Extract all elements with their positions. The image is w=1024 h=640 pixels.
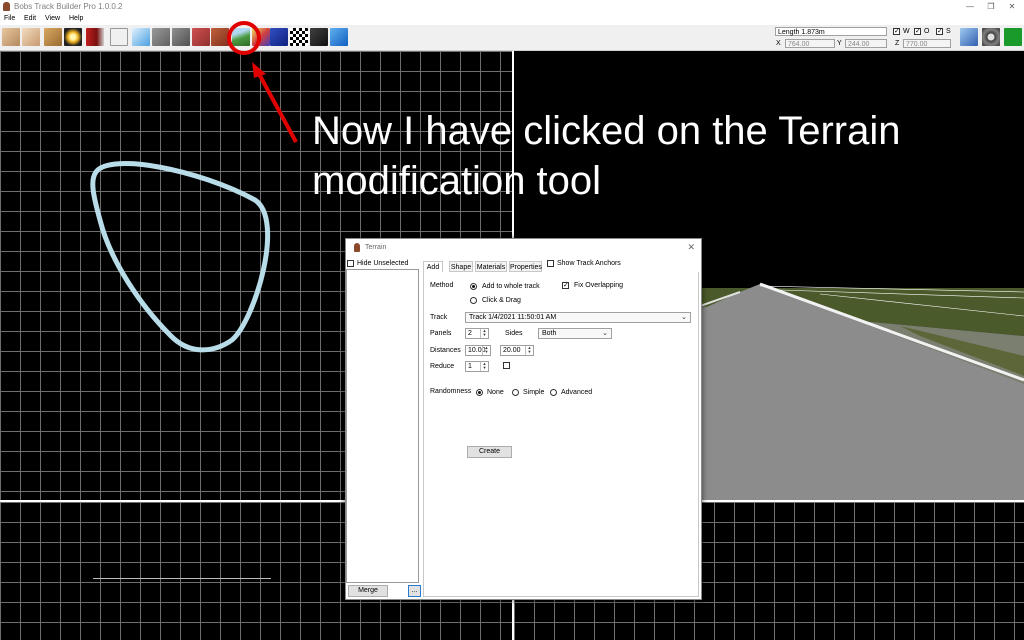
chevron-down-icon: ⌄ <box>681 314 687 321</box>
reduce-label: Reduce <box>430 363 455 370</box>
panels-stepper[interactable]: 2 ▲ ▼ <box>465 328 489 339</box>
sides-label: Sides <box>505 330 523 337</box>
randomness-none-radio[interactable] <box>476 389 483 396</box>
s-checkbox[interactable]: ✓ <box>936 28 943 35</box>
tab-shape[interactable]: Shape <box>449 261 473 272</box>
randomness-advanced-label: Advanced <box>561 389 593 396</box>
tab-properties[interactable]: Properties <box>509 261 542 272</box>
z-label: Z <box>895 40 900 47</box>
run-icon[interactable] <box>1004 28 1022 46</box>
terrain-dialog: Terrain ✕ Hide Unselected Show Track Anc… <box>345 238 702 600</box>
minimize-button[interactable]: — <box>960 1 980 13</box>
fix-overlapping-checkbox[interactable]: ✓ <box>562 282 569 289</box>
stepper-arrows-icon[interactable]: ▲ ▼ <box>525 346 533 355</box>
show-track-anchors-checkbox[interactable] <box>547 260 554 267</box>
randomness-advanced-radio[interactable] <box>550 389 557 396</box>
s-label: S <box>946 28 951 35</box>
randomness-simple-label: Simple <box>523 389 545 396</box>
more-button[interactable]: ... <box>408 585 421 597</box>
distance-2-value: 20.00 <box>503 347 521 354</box>
panels-value: 2 <box>468 330 472 337</box>
y-field[interactable]: 244.00 <box>845 39 887 48</box>
add-tab-panel: Method Add to whole track Click & Drag ✓… <box>423 272 699 597</box>
stepper-arrows-icon[interactable]: ▲ ▼ <box>480 329 488 338</box>
ground-line <box>93 578 271 579</box>
reduce-checkbox[interactable] <box>503 362 510 369</box>
length-readout: Length 1.873m <box>775 27 887 36</box>
terrain-list[interactable] <box>346 269 419 583</box>
add-to-whole-track-radio[interactable] <box>470 283 477 290</box>
sides-select-value: Both <box>542 330 557 337</box>
chevron-down-icon: ⌄ <box>602 330 608 337</box>
hide-unselected-checkbox[interactable] <box>347 260 354 267</box>
add-to-whole-track-label: Add to whole track <box>482 283 540 290</box>
randomness-label: Randomness <box>430 388 472 395</box>
fix-overlapping-label: Fix Overlapping <box>574 282 624 289</box>
panels-label: Panels <box>430 330 452 337</box>
reduce-value: 1 <box>468 363 472 370</box>
helicopter-camera-icon[interactable] <box>960 28 978 46</box>
hide-unselected-label: Hide Unselected <box>357 260 409 267</box>
track-select-value: Track 1/4/2021 11:50:01 AM <box>469 314 557 321</box>
close-button[interactable]: ✕ <box>1002 1 1022 13</box>
click-and-drag-label: Click & Drag <box>482 297 521 304</box>
method-label: Method <box>430 282 454 289</box>
stepper-arrows-icon[interactable]: ▲ ▼ <box>480 362 488 371</box>
x-field[interactable]: 764.00 <box>785 39 835 48</box>
o-label: O <box>924 28 930 35</box>
click-and-drag-radio[interactable] <box>470 297 477 304</box>
distances-label: Distances <box>430 347 461 354</box>
randomness-none-label: None <box>487 389 504 396</box>
merge-button[interactable]: Merge <box>348 585 388 597</box>
dialog-title: Terrain <box>365 244 387 251</box>
distance-2-stepper[interactable]: 20.00 ▲ ▼ <box>500 345 534 356</box>
sides-select[interactable]: Both ⌄ <box>538 328 612 339</box>
annotation-text: Now I have clicked on the Terrain modifi… <box>312 109 901 203</box>
z-field[interactable]: 770.00 <box>903 39 951 48</box>
track-label: Track <box>430 314 448 321</box>
create-button[interactable]: Create <box>467 446 512 458</box>
randomness-simple-radio[interactable] <box>512 389 519 396</box>
y-label: Y <box>837 40 842 47</box>
x-label: X <box>776 40 781 47</box>
reduce-stepper[interactable]: 1 ▲ ▼ <box>465 361 489 372</box>
stepper-arrows-icon[interactable]: ▲ ▼ <box>482 346 490 355</box>
dialog-app-icon <box>354 243 360 252</box>
track-select[interactable]: Track 1/4/2021 11:50:01 AM ⌄ <box>465 312 691 323</box>
3d-road-view[interactable] <box>700 276 1024 500</box>
tab-materials[interactable]: Materials <box>475 261 507 272</box>
o-checkbox[interactable]: ✓ <box>914 28 921 35</box>
dialog-close-button[interactable]: ✕ <box>687 242 695 253</box>
w-label: W <box>903 28 910 35</box>
steering-wheel-icon[interactable] <box>982 28 1000 46</box>
distance-1-stepper[interactable]: 10.00 ▲ ▼ <box>465 345 491 356</box>
restore-button[interactable]: ❐ <box>981 1 1001 13</box>
show-track-anchors-label: Show Track Anchors <box>557 260 621 267</box>
w-checkbox[interactable]: ✓ <box>893 28 900 35</box>
